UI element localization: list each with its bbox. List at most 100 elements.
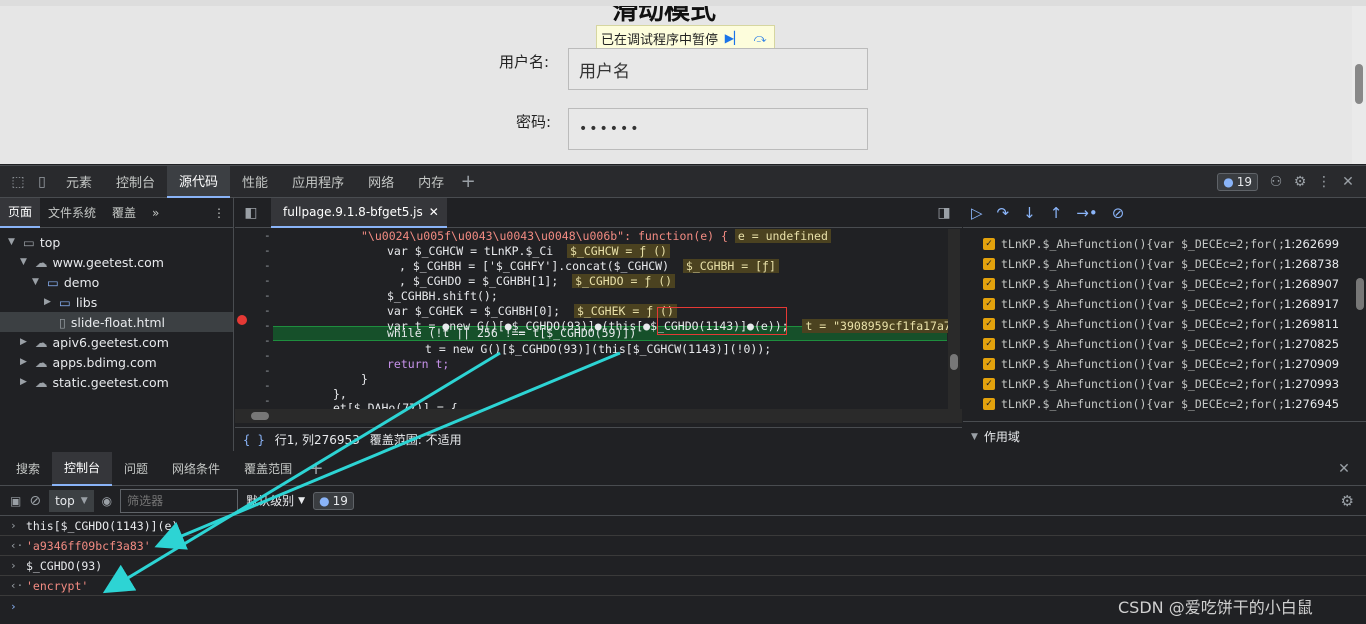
scrollbar-thumb[interactable]: [950, 354, 958, 370]
tree-item-apiv6[interactable]: ▶ ☁ apiv6.geetest.com: [0, 332, 233, 352]
editor-vertical-scrollbar[interactable]: [948, 229, 960, 409]
deactivate-breakpoints-icon[interactable]: ⊘: [1112, 204, 1125, 222]
console-input-line[interactable]: › this[$_CGHDO(1143)](e): [0, 516, 1366, 536]
settings-gear-icon[interactable]: ⚙: [1288, 170, 1312, 194]
nav-tab-overrides[interactable]: 覆盖: [104, 198, 144, 228]
breakpoint-scrollbar-thumb[interactable]: [1356, 278, 1364, 310]
tree-item-static-geetest[interactable]: ▶ ☁ static.geetest.com: [0, 372, 233, 392]
breakpoint-item[interactable]: ✓ tLnKP.$_Ah=function(){var $_DECEc=2;for…: [963, 374, 1366, 394]
tab-network[interactable]: 网络: [356, 166, 406, 198]
page-scrollbar[interactable]: [1352, 6, 1366, 164]
log-level-dropdown[interactable]: 默认级别 ▼: [246, 492, 305, 509]
breakpoint-checkbox[interactable]: ✓: [983, 318, 995, 330]
breakpoint-checkbox[interactable]: ✓: [983, 278, 995, 290]
clear-console-icon[interactable]: ⊘: [29, 493, 41, 509]
scope-section[interactable]: ▼ 作用域: [963, 421, 1366, 451]
step-over-icon[interactable]: ↷: [997, 204, 1010, 222]
tab-application[interactable]: 应用程序: [280, 166, 356, 198]
drawer-tab-network-conditions[interactable]: 网络条件: [160, 452, 232, 486]
device-toolbar-icon[interactable]: ▯: [30, 170, 54, 194]
step-icon[interactable]: →•: [1076, 204, 1097, 222]
breakpoint-item[interactable]: ✓ tLnKP.$_Ah=function(){var $_DECEc=2;for…: [963, 354, 1366, 374]
page-scrollbar-thumb[interactable]: [1355, 64, 1363, 104]
resume-icon[interactable]: ▶▏: [724, 29, 744, 47]
nav-tab-filesystem[interactable]: 文件系统: [40, 198, 104, 228]
breakpoint-checkbox[interactable]: ✓: [983, 398, 995, 410]
nav-tab-page[interactable]: 页面: [0, 197, 41, 228]
add-drawer-tab-icon[interactable]: +: [304, 457, 328, 481]
live-expression-eye-icon[interactable]: ◉: [102, 494, 112, 508]
pretty-print-icon[interactable]: { }: [243, 433, 265, 447]
add-tab-icon[interactable]: +: [456, 170, 480, 194]
tab-sources[interactable]: 源代码: [167, 165, 231, 198]
breakpoint-code: tLnKP.$_Ah=function(){var $_DECEc=2;for(…: [1001, 397, 1284, 411]
breakpoint-item[interactable]: ✓ tLnKP.$_Ah=function(){var $_DECEc=2;for…: [963, 314, 1366, 334]
tab-console[interactable]: 控制台: [104, 166, 167, 198]
drawer-tab-coverage[interactable]: 覆盖范围: [232, 452, 304, 486]
tree-item-label: slide-float.html: [70, 314, 166, 330]
console-filter-input[interactable]: [120, 488, 239, 513]
breakpoint-checkbox[interactable]: ✓: [983, 298, 995, 310]
code-line-6: var $_CGHEK = $_CGHBH[0];: [387, 304, 561, 318]
breakpoint-item[interactable]: ✓ tLnKP.$_Ah=function(){var $_DECEc=2;for…: [963, 294, 1366, 314]
breakpoint-checkbox[interactable]: ✓: [983, 238, 995, 250]
code-line-4: , $_CGHDO = $_CGHBH[1];: [399, 274, 559, 288]
step-into-icon[interactable]: ↓: [1023, 204, 1036, 222]
close-tab-icon[interactable]: ✕: [429, 205, 439, 219]
breakpoint-line: 1:268917: [1284, 297, 1340, 311]
tree-item-demo[interactable]: ▼ ▭ demo: [0, 272, 233, 292]
toggle-navigator-icon[interactable]: ◧: [239, 201, 263, 225]
drawer-tab-search[interactable]: 搜索: [4, 452, 52, 486]
tree-item-libs[interactable]: ▶ ▭ libs: [0, 292, 233, 312]
breakpoint-item[interactable]: ✓ tLnKP.$_Ah=function(){var $_DECEc=2;for…: [963, 254, 1366, 274]
editor-tab-file[interactable]: fullpage.9.1.8-bfget5.js ✕: [271, 197, 447, 228]
customize-icon[interactable]: ⚇: [1264, 170, 1288, 194]
password-input[interactable]: ••••••: [568, 108, 868, 150]
breakpoint-item[interactable]: ✓ tLnKP.$_Ah=function(){var $_DECEc=2;for…: [963, 234, 1366, 254]
console-result-line[interactable]: ‹·'a9346ff09bcf3a83': [0, 536, 1366, 556]
dropdown-arrow-icon: ▼: [298, 495, 306, 506]
scrollbar-thumb[interactable]: [251, 412, 269, 420]
inspect-element-icon[interactable]: ⬚: [6, 170, 30, 194]
breakpoint-item[interactable]: ✓ tLnKP.$_Ah=function(){var $_DECEc=2;for…: [963, 334, 1366, 354]
console-input-line[interactable]: › $_CGHDO(93): [0, 556, 1366, 576]
close-drawer-icon[interactable]: ✕: [1332, 457, 1356, 481]
tree-item-slide-float[interactable]: ▯ slide-float.html: [0, 312, 233, 332]
breakpoint-checkbox[interactable]: ✓: [983, 258, 995, 270]
editor-horizontal-scrollbar[interactable]: [235, 409, 962, 423]
breakpoint-checkbox[interactable]: ✓: [983, 358, 995, 370]
breakpoint-code: tLnKP.$_Ah=function(){var $_DECEc=2;for(…: [1001, 377, 1284, 391]
tree-item-apps-bdimg[interactable]: ▶ ☁ apps.bdimg.com: [0, 352, 233, 372]
context-selector[interactable]: top ▼: [49, 489, 94, 512]
tree-item-www-geetest[interactable]: ▼ ☁ www.geetest.com: [0, 252, 233, 272]
code-editor: ◧ fullpage.9.1.8-bfget5.js ✕ ◨ --- --- --…: [235, 197, 962, 451]
tab-elements[interactable]: 元素: [54, 166, 104, 198]
step-out-icon[interactable]: ↑: [1050, 204, 1063, 222]
console-settings-gear-icon[interactable]: ⚙: [1341, 492, 1354, 510]
drawer-tab-issues[interactable]: 问题: [112, 452, 160, 486]
nav-more-icon[interactable]: ⋮: [205, 198, 233, 228]
issues-badge[interactable]: ● 19: [1217, 172, 1258, 191]
username-input[interactable]: 用户名: [568, 48, 868, 90]
breakpoint-item[interactable]: ✓ tLnKP.$_Ah=function(){var $_DECEc=2;for…: [963, 394, 1366, 414]
close-devtools-icon[interactable]: ✕: [1336, 170, 1360, 194]
page-viewport: 滑动模式 已在调试程序中暂停 ▶▏ ⤼ 用户名: 用户名 密码: ••••••: [0, 6, 1366, 164]
breakpoint-checkbox[interactable]: ✓: [983, 338, 995, 350]
more-tabs-icon[interactable]: »: [144, 198, 167, 228]
tab-memory[interactable]: 内存: [406, 166, 456, 198]
code-view[interactable]: --- --- --- --- "\u0024\u005f\u0043\u004…: [235, 229, 962, 409]
sidebar-toggle-icon[interactable]: ▣: [10, 494, 21, 508]
tree-item-top[interactable]: ▼ ▭ top: [0, 232, 233, 252]
step-over-icon[interactable]: ⤼: [750, 29, 770, 47]
breakpoint-checkbox[interactable]: ✓: [983, 378, 995, 390]
more-options-icon[interactable]: ⋮: [1312, 170, 1336, 194]
breakpoint-marker-icon[interactable]: [237, 315, 247, 325]
console-issues-badge[interactable]: ● 19: [313, 491, 354, 510]
toggle-debugger-icon[interactable]: ◨: [932, 201, 956, 225]
breakpoint-item[interactable]: ✓ tLnKP.$_Ah=function(){var $_DECEc=2;for…: [963, 274, 1366, 294]
drawer-tab-console[interactable]: 控制台: [52, 451, 113, 486]
tab-performance[interactable]: 性能: [230, 166, 280, 198]
console-result-line[interactable]: ‹·'encrypt': [0, 576, 1366, 596]
console-entry: $_CGHDO(93): [26, 558, 103, 573]
resume-icon[interactable]: ▷: [971, 204, 983, 222]
